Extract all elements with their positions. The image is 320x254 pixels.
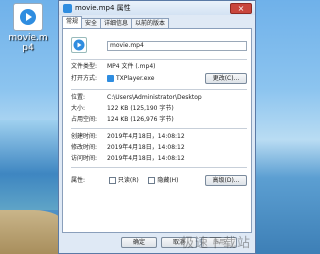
video-file-icon: [13, 3, 43, 31]
readonly-label: 只读(R): [117, 177, 139, 184]
close-button[interactable]: ×: [230, 2, 252, 14]
properties-dialog: movie.mp4 属性 × 常规 安全 详细信息 以前的版本 movie.mp…: [58, 0, 256, 254]
file-type-label: 文件类型:: [71, 63, 98, 70]
open-with-value: TXPlayer.exe: [116, 75, 155, 82]
tab-strip: 常规 安全 详细信息 以前的版本: [59, 16, 255, 28]
divider: [71, 167, 247, 168]
tab-general[interactable]: 常规: [62, 16, 83, 28]
attributes-label: 属性:: [71, 177, 86, 184]
modified-label: 修改时间:: [71, 144, 98, 151]
tab-previous-versions[interactable]: 以前的版本: [131, 18, 170, 28]
disk-size-label: 占用空间:: [71, 116, 98, 123]
divider: [71, 128, 247, 129]
player-app-icon: [107, 75, 114, 82]
hidden-label: 隐藏(H): [157, 177, 179, 184]
change-button[interactable]: 更改(C)...: [205, 73, 247, 84]
video-app-icon: [63, 3, 72, 13]
readonly-checkbox[interactable]: [108, 177, 116, 184]
modified-row: 修改时间: 2019年4月18日，14:08:12: [71, 144, 185, 152]
desktop-sea-background: [0, 120, 64, 210]
dialog-titlebar: movie.mp4 属性 ×: [59, 1, 255, 15]
size-row: 大小: 122 KB (125,190 字节): [71, 105, 174, 113]
ok-button[interactable]: 确定: [121, 237, 157, 248]
accessed-label: 访问时间:: [71, 155, 98, 162]
file-type-row: 文件类型: MP4 文件 (.mp4): [71, 63, 156, 71]
modified-value: 2019年4月18日，14:08:12: [107, 144, 185, 151]
open-with-label: 打开方式:: [71, 75, 98, 82]
watermark: 极速下载站: [180, 236, 251, 251]
dialog-title: movie.mp4 属性: [75, 4, 131, 12]
tab-details[interactable]: 详细信息: [100, 18, 133, 28]
divider: [71, 89, 247, 90]
disk-size-row: 占用空间: 124 KB (126,976 字节): [71, 116, 174, 124]
created-label: 创建时间:: [71, 133, 98, 140]
created-row: 创建时间: 2019年4月18日，14:08:12: [71, 133, 185, 141]
created-value: 2019年4月18日，14:08:12: [107, 133, 185, 140]
location-row: 位置: C:\Users\Administrator\Desktop: [71, 94, 202, 102]
desktop-file-label: movie.m p4: [8, 33, 48, 53]
file-type-value: MP4 文件 (.mp4): [107, 63, 156, 70]
size-label: 大小:: [71, 105, 86, 112]
advanced-button[interactable]: 高级(D)...: [205, 175, 247, 186]
video-file-icon: [71, 37, 87, 53]
accessed-value: 2019年4月18日，14:08:12: [107, 155, 185, 162]
divider: [71, 59, 247, 60]
tab-security[interactable]: 安全: [81, 18, 102, 28]
desktop-file-icon[interactable]: movie.m p4: [3, 3, 53, 67]
attributes-row: 属性: 只读(R) 隐藏(H): [71, 177, 179, 185]
accessed-row: 访问时间: 2019年4月18日，14:08:12: [71, 155, 185, 163]
disk-size-value: 124 KB (126,976 字节): [107, 116, 174, 123]
desktop-sand-background: [0, 210, 64, 254]
location-value: C:\Users\Administrator\Desktop: [107, 94, 202, 101]
open-with-row: 打开方式: TXPlayer.exe: [71, 75, 154, 83]
location-label: 位置:: [71, 94, 86, 101]
size-value: 122 KB (125,190 字节): [107, 105, 174, 112]
general-panel: movie.mp4 文件类型: MP4 文件 (.mp4) 打开方式: TXPlay…: [62, 28, 252, 233]
hidden-checkbox[interactable]: [148, 177, 156, 184]
filename-field[interactable]: movie.mp4: [107, 41, 247, 51]
